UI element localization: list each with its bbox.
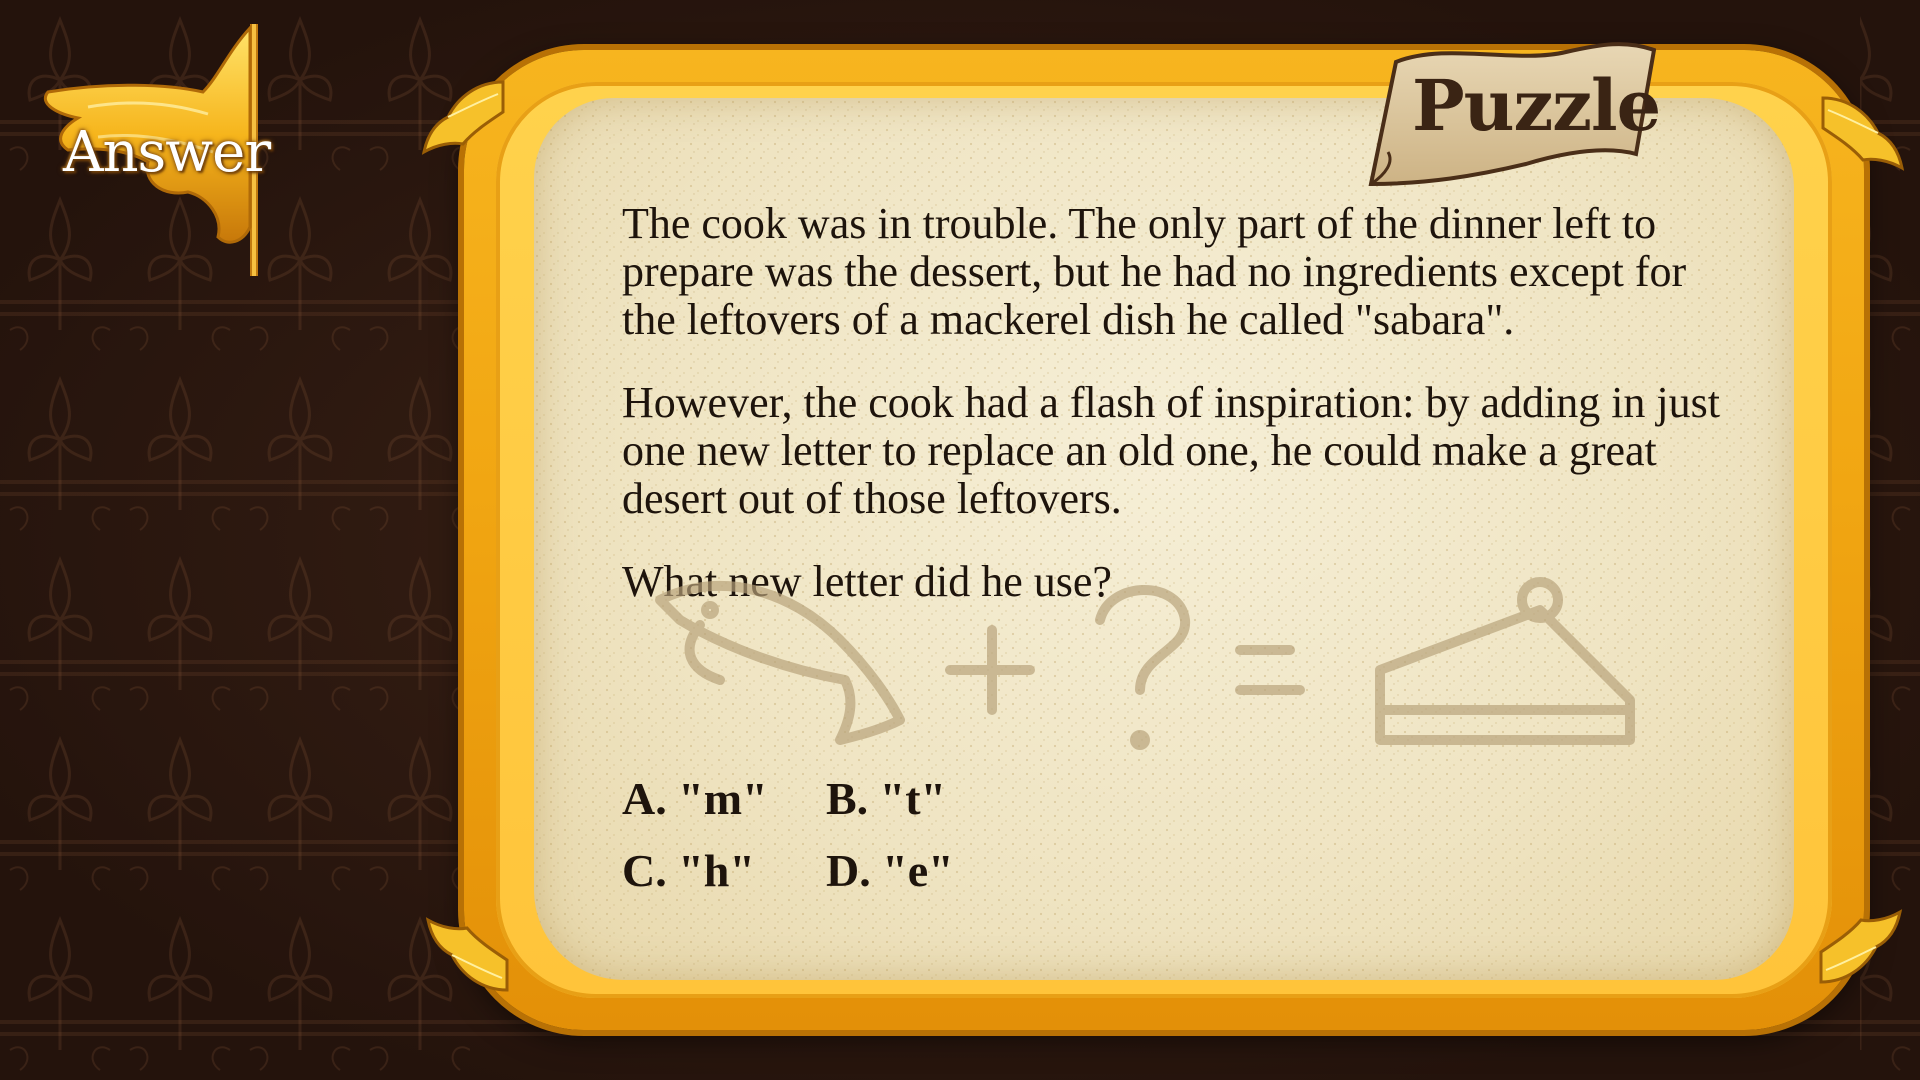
- corner-wing-icon: [1821, 96, 1905, 171]
- question-paragraph: The cook was in trouble. The only part o…: [622, 199, 1687, 344]
- option-a[interactable]: A. "m": [622, 772, 768, 825]
- cake-slice-icon: [1375, 577, 1635, 745]
- fish-icon: [655, 580, 905, 745]
- option-c[interactable]: C. "h": [622, 844, 755, 897]
- plus-icon: [945, 625, 1035, 715]
- sand-sketch-illustration: [655, 577, 1635, 750]
- puzzle-title: Puzzle: [1412, 64, 1661, 147]
- answer-label: Answer: [63, 120, 271, 185]
- question-paragraph: However, the cook had a flash of inspira…: [622, 378, 1721, 523]
- option-b[interactable]: B. "t": [826, 772, 946, 825]
- corner-wing-icon: [425, 917, 509, 992]
- equals-icon: [1235, 645, 1305, 695]
- corner-wing-icon: [421, 80, 505, 155]
- corner-wing-icon: [1819, 909, 1903, 984]
- answer-button[interactable]: Answer: [28, 22, 288, 282]
- option-d[interactable]: D. "e": [826, 844, 954, 897]
- question-mark-icon: [1095, 585, 1191, 750]
